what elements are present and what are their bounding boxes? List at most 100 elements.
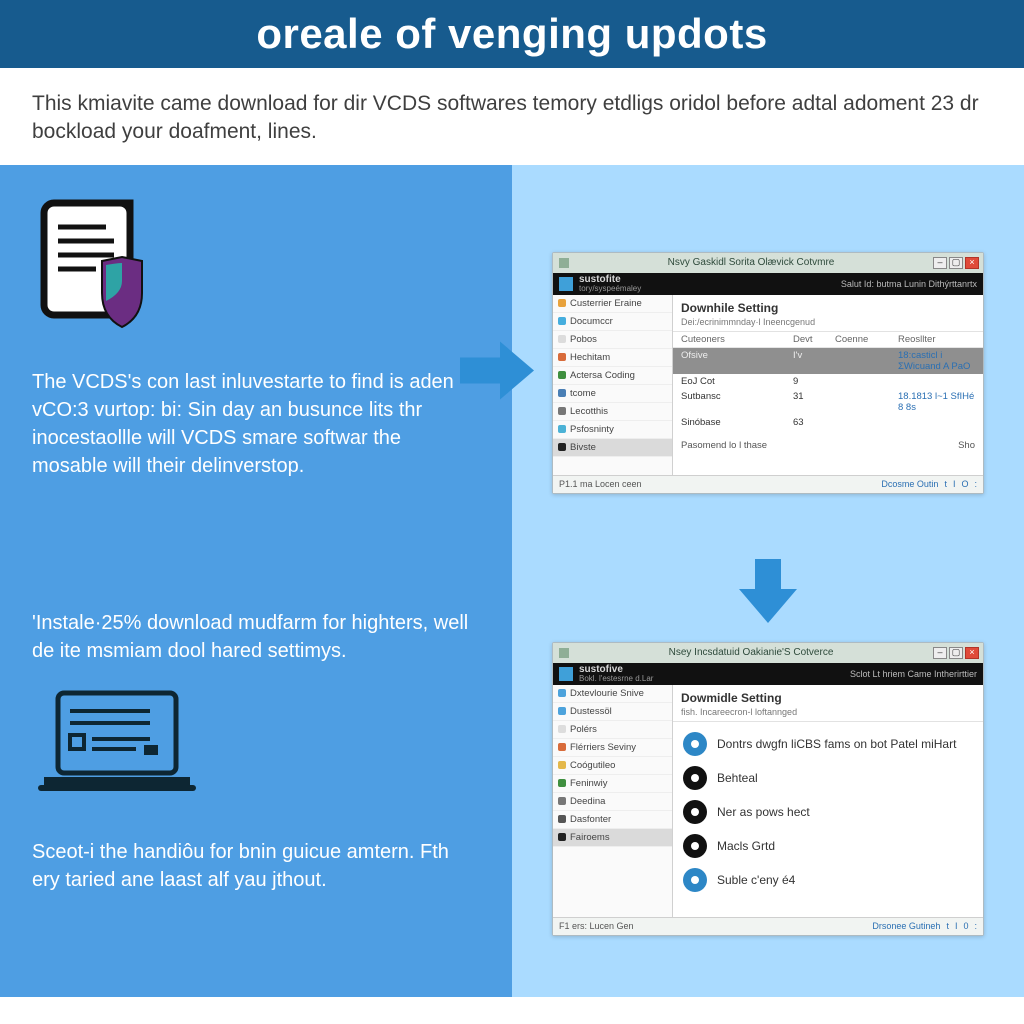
sidebar-item[interactable]: Polérs [553, 721, 672, 739]
sidebar-item[interactable]: Dustessöl [553, 703, 672, 721]
pane-title: Dowmidle Setting [673, 685, 983, 707]
sidebar-item-label: Coógutileo [570, 760, 615, 771]
top-right-links[interactable]: Salut Id: butma Lunin Dithýrttanrtx [841, 279, 977, 289]
setting-label: Macls Grtd [717, 839, 775, 853]
table-row[interactable]: Sutbansc3118.1813 l~1 SfIHé 8 8s [673, 389, 983, 415]
sidebar-item[interactable]: Flérriers Seviny [553, 739, 672, 757]
setting-item[interactable]: Suble c'eny é4 [683, 868, 973, 892]
minimize-button[interactable]: – [933, 257, 947, 269]
statusbar-right[interactable]: Drsonee Gutineh tI0: [866, 921, 977, 931]
nav-dot-icon [558, 689, 566, 697]
setting-icon [683, 868, 707, 892]
column-header: Cuteoners [681, 334, 793, 345]
sidebar-item[interactable]: Psfosninty [553, 421, 672, 439]
cell [835, 350, 898, 372]
nav-dot-icon [558, 707, 566, 715]
header-bar: oreale of venging updots [0, 0, 1024, 68]
cell: 18.1813 l~1 SfIHé 8 8s [898, 391, 975, 413]
cell [898, 376, 975, 387]
nav-dot-icon [558, 779, 566, 787]
sidebar-item[interactable]: tcome [553, 385, 672, 403]
top-right-links[interactable]: Sclot Lt hriem Came Intherirttier [850, 669, 977, 679]
sidebar-item[interactable]: Dasfonter [553, 811, 672, 829]
status-link[interactable]: t [944, 479, 947, 489]
sidebar-item[interactable]: Coógutileo [553, 757, 672, 775]
sidebar-item-label: Hechitam [570, 352, 610, 363]
sidebar-item-label: Feninwiy [570, 778, 608, 789]
setting-icon [683, 800, 707, 824]
step-1: The VCDS's con last inluvestarte to find… [0, 165, 1024, 581]
step1-text: The VCDS's con last inluvestarte to find… [32, 368, 480, 480]
sidebar-item[interactable]: Dxtevlourie Snive [553, 685, 672, 703]
sidebar-item-label: Dustessöl [570, 706, 612, 717]
minimize-button[interactable]: – [933, 647, 947, 659]
nav-dot-icon [558, 761, 566, 769]
table-row[interactable]: OfsiveI'v18:casticl i ΣWicuand A PaO [673, 348, 983, 374]
maximize-button[interactable]: ▢ [949, 257, 963, 269]
table-row[interactable]: EoJ Cot9 [673, 374, 983, 389]
statusbar-right[interactable]: Dcosme Outin tIO: [875, 479, 977, 489]
window-menu-icon [559, 258, 569, 268]
cell: Sutbansc [681, 391, 793, 413]
sidebar-item-label: Flérriers Seviny [570, 742, 636, 753]
maximize-button[interactable]: ▢ [949, 647, 963, 659]
sidebar-item-label: Dxtevlourie Snive [570, 688, 644, 699]
column-header: Reosllter [898, 334, 975, 345]
statusbar-left: F1 ers: Lucen Gen [559, 921, 634, 931]
close-button[interactable]: × [965, 257, 979, 269]
status-link[interactable]: Drsonee Gutineh [872, 921, 940, 931]
nav-dot-icon [558, 425, 566, 433]
nav-dot-icon [558, 317, 566, 325]
status-link[interactable]: I [955, 921, 958, 931]
status-link[interactable]: : [974, 479, 977, 489]
sidebar-item[interactable]: Pobos [553, 331, 672, 349]
footer-right-text: Sho [958, 440, 975, 451]
brand-subtitle: Bokl. l'estesrne d.Lar [579, 675, 653, 683]
brand-subtitle: tory/syspeémaley [579, 285, 641, 293]
status-link[interactable]: t [946, 921, 949, 931]
window-menu-icon [559, 648, 569, 658]
nav-dot-icon [558, 353, 566, 361]
setting-item[interactable]: Behteal [683, 766, 973, 790]
setting-icon [683, 732, 707, 756]
sidebar-item[interactable]: Hechitam [553, 349, 672, 367]
close-button[interactable]: × [965, 647, 979, 659]
status-link[interactable]: 0 [963, 921, 968, 931]
pane-subtitle: fish. Incareecron-l loftannged [673, 707, 983, 722]
cell: 9 [793, 376, 835, 387]
status-link[interactable]: Dcosme Outin [881, 479, 938, 489]
setting-item[interactable]: Ner as pows hect [683, 800, 973, 824]
sidebar-item[interactable]: Lecotthis [553, 403, 672, 421]
setting-icon [683, 834, 707, 858]
setting-label: Behteal [717, 771, 758, 785]
sidebar-item[interactable]: Actersa Coding [553, 367, 672, 385]
status-link[interactable]: O [961, 479, 968, 489]
sidebar-item-label: Custerrier Eraine [570, 298, 642, 309]
sidebar-item-label: Deedina [570, 796, 605, 807]
cell: Ofsive [681, 350, 793, 372]
sidebar-item[interactable]: Documccr [553, 313, 672, 331]
setting-label: Ner as pows hect [717, 805, 810, 819]
sidebar-item[interactable]: Custerrier Eraine [553, 295, 672, 313]
sidebar-item[interactable]: Fairoems [553, 829, 672, 847]
setting-icon [683, 766, 707, 790]
nav-dot-icon [558, 299, 566, 307]
status-link[interactable]: : [974, 921, 977, 931]
sidebar-item-label: Lecotthis [570, 406, 608, 417]
sidebar-item-label: Bivste [570, 442, 596, 453]
nav-dot-icon [558, 725, 566, 733]
sidebar-item[interactable]: Feninwiy [553, 775, 672, 793]
status-link[interactable]: I [953, 479, 956, 489]
window-title: Nsey Incsdatuid Oakianie'S Cotverce [569, 647, 933, 658]
setting-item[interactable]: Macls Grtd [683, 834, 973, 858]
cell: 63 [793, 417, 835, 428]
column-header: Coenne [835, 334, 898, 345]
setting-item[interactable]: Dontrs dwgfn liCBS fams on bot Patel miH… [683, 732, 973, 756]
cell [835, 417, 898, 428]
sidebar-item[interactable]: Deedina [553, 793, 672, 811]
footer-left-text: Pasomend lo l thase [681, 440, 767, 451]
table-row[interactable]: Sinóbase63 [673, 415, 983, 430]
sidebar-item[interactable]: Bivste [553, 439, 672, 457]
statusbar-left: P1.1 ma Locen ceen [559, 479, 642, 489]
sidebar-item-label: Pobos [570, 334, 597, 345]
